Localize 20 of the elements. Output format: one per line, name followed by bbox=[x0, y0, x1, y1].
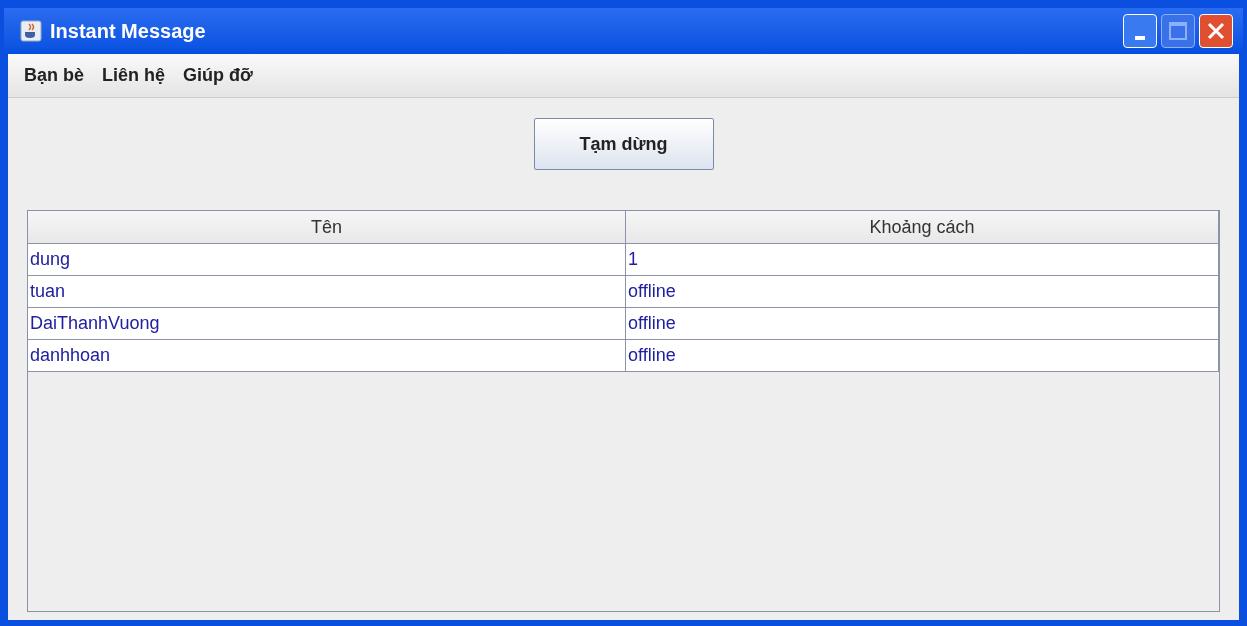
menu-item[interactable]: Liên hệ bbox=[102, 62, 166, 89]
menu-item[interactable]: Giúp đỡ bbox=[183, 62, 253, 89]
table-cell: offline bbox=[626, 340, 1219, 372]
table-cell: dung bbox=[28, 244, 626, 276]
table-cell: DaiThanhVuong bbox=[28, 308, 626, 340]
table-cell: offline bbox=[626, 308, 1219, 340]
close-button[interactable] bbox=[1199, 14, 1233, 48]
maximize-button[interactable] bbox=[1161, 14, 1195, 48]
minimize-button[interactable] bbox=[1123, 14, 1157, 48]
coffee-cup-icon bbox=[20, 20, 42, 42]
table-cell: offline bbox=[626, 276, 1219, 308]
menu-item[interactable]: Bạn bè bbox=[24, 62, 84, 89]
close-icon bbox=[1206, 21, 1226, 41]
table-cell: tuan bbox=[28, 276, 626, 308]
table-cell: danhhoan bbox=[28, 340, 626, 372]
table-cell: 1 bbox=[626, 244, 1219, 276]
column-header[interactable]: Khoảng cách bbox=[626, 211, 1219, 244]
pause-button[interactable]: Tạm dừng bbox=[533, 118, 714, 170]
column-header[interactable]: Tên bbox=[28, 211, 626, 244]
window-title: Instant Message bbox=[50, 19, 206, 44]
